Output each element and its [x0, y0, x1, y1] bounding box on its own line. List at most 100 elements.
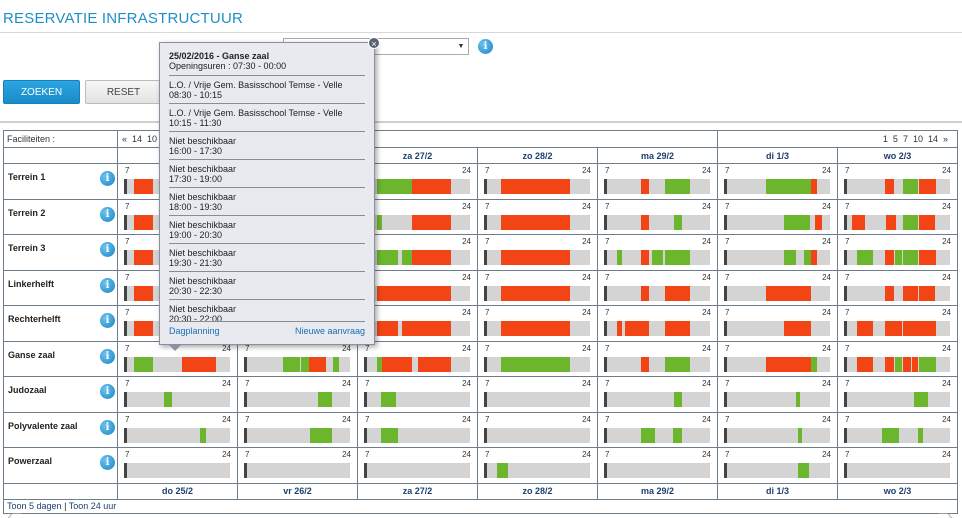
reserved-segment[interactable]: [641, 356, 649, 372]
day-availability-cell[interactable]: 724: [717, 305, 838, 342]
availability-bar[interactable]: [124, 356, 230, 372]
day-header[interactable]: do 25/2: [117, 482, 238, 500]
available-segment[interactable]: [856, 250, 873, 265]
info-icon[interactable]: i: [100, 313, 115, 328]
available-segment[interactable]: [894, 356, 903, 372]
info-icon[interactable]: i: [478, 39, 493, 54]
period-nav-link[interactable]: 10: [147, 134, 157, 144]
day-availability-cell[interactable]: 724: [477, 269, 598, 306]
available-segment[interactable]: [894, 250, 903, 265]
day-availability-cell[interactable]: 724: [117, 411, 238, 448]
availability-bar[interactable]: [604, 392, 710, 407]
available-segment[interactable]: [200, 427, 206, 443]
availability-bar[interactable]: [724, 250, 830, 265]
availability-bar[interactable]: [724, 463, 830, 478]
available-segment[interactable]: [376, 179, 412, 194]
availability-bar[interactable]: [724, 179, 830, 194]
day-header[interactable]: ma 29/2: [597, 482, 718, 500]
availability-bar[interactable]: [364, 392, 470, 407]
info-icon[interactable]: i: [100, 277, 115, 293]
reset-button[interactable]: RESET: [85, 80, 162, 104]
availability-bar[interactable]: [604, 179, 710, 194]
availability-bar[interactable]: [244, 463, 350, 478]
reserved-segment[interactable]: [133, 214, 153, 230]
day-availability-cell[interactable]: 724: [477, 340, 598, 377]
reserved-segment[interactable]: [641, 214, 649, 230]
availability-bar[interactable]: [364, 321, 470, 336]
resource-name[interactable]: Terrein 3: [8, 243, 45, 253]
available-segment[interactable]: [318, 392, 332, 407]
availability-bar[interactable]: [724, 427, 830, 443]
day-availability-cell[interactable]: 724: [237, 447, 358, 484]
resource-name[interactable]: Terrein 2: [8, 208, 45, 218]
reserved-segment[interactable]: [500, 179, 570, 194]
show-24-hours-link[interactable]: Toon 24 uur: [69, 501, 117, 511]
availability-bar[interactable]: [484, 427, 590, 443]
availability-bar[interactable]: [484, 392, 590, 407]
available-segment[interactable]: [803, 250, 811, 265]
day-header[interactable]: wo 2/3: [837, 482, 958, 500]
day-availability-cell[interactable]: 724: [357, 411, 478, 448]
availability-bar[interactable]: [244, 392, 350, 407]
reserved-segment[interactable]: [500, 321, 570, 336]
period-nav-link[interactable]: »: [943, 134, 948, 144]
available-segment[interactable]: [798, 427, 803, 443]
availability-bar[interactable]: [724, 214, 830, 230]
availability-bar[interactable]: [484, 214, 590, 230]
reserved-segment[interactable]: [133, 285, 153, 301]
reserved-segment[interactable]: [766, 285, 811, 301]
period-nav-link[interactable]: 7: [903, 134, 908, 144]
availability-bar[interactable]: [844, 427, 950, 443]
reserved-segment[interactable]: [919, 250, 937, 265]
reserved-segment[interactable]: [402, 321, 451, 336]
availability-bar[interactable]: [364, 179, 470, 194]
available-segment[interactable]: [616, 250, 623, 265]
new-request-link[interactable]: Nieuwe aanvraag: [295, 326, 365, 336]
availability-bar[interactable]: [844, 321, 950, 336]
show-5-days-link[interactable]: Toon 5 dagen: [7, 501, 62, 511]
reserved-segment[interactable]: [784, 321, 811, 336]
reserved-segment[interactable]: [885, 250, 894, 265]
day-header[interactable]: zo 28/2: [477, 482, 598, 500]
reserved-segment[interactable]: [810, 250, 818, 265]
availability-bar[interactable]: [244, 356, 350, 372]
day-availability-cell[interactable]: 724: [717, 376, 838, 413]
reserved-segment[interactable]: [133, 179, 153, 194]
availability-bar[interactable]: [604, 356, 710, 372]
day-availability-cell[interactable]: 724: [837, 234, 958, 271]
available-segment[interactable]: [376, 214, 383, 230]
info-icon[interactable]: i: [100, 455, 115, 470]
day-availability-cell[interactable]: 724: [597, 340, 718, 377]
day-header[interactable]: ma 29/2: [597, 147, 718, 164]
day-availability-cell[interactable]: 724: [477, 376, 598, 413]
reserved-segment[interactable]: [919, 285, 936, 301]
day-availability-cell[interactable]: 724: [237, 411, 358, 448]
day-availability-cell[interactable]: 724: [237, 376, 358, 413]
day-availability-cell[interactable]: 724: [477, 447, 598, 484]
day-availability-cell[interactable]: 724: [477, 411, 598, 448]
availability-bar[interactable]: [844, 214, 950, 230]
day-availability-cell[interactable]: 724: [357, 234, 478, 271]
day-header[interactable]: di 1/3: [717, 147, 838, 164]
availability-bar[interactable]: [604, 321, 710, 336]
day-availability-cell[interactable]: 724: [837, 340, 958, 377]
day-availability-cell[interactable]: 724: [117, 447, 238, 484]
day-header[interactable]: za 27/2: [357, 482, 478, 500]
day-availability-cell[interactable]: 724: [357, 305, 478, 342]
day-availability-cell[interactable]: 724: [597, 411, 718, 448]
reserved-segment[interactable]: [903, 321, 937, 336]
day-availability-cell[interactable]: 724: [837, 447, 958, 484]
availability-bar[interactable]: [124, 463, 230, 478]
reserved-segment[interactable]: [616, 321, 623, 336]
period-nav-link[interactable]: 14: [132, 134, 142, 144]
reserved-segment[interactable]: [766, 356, 811, 372]
reserved-segment[interactable]: [815, 214, 822, 230]
resource-name[interactable]: Terrein 1: [8, 172, 45, 182]
day-header[interactable]: wo 2/3: [837, 147, 958, 164]
info-icon[interactable]: i: [100, 206, 115, 222]
period-nav-link[interactable]: 5: [893, 134, 898, 144]
day-availability-cell[interactable]: 724: [717, 447, 838, 484]
available-segment[interactable]: [672, 427, 683, 443]
day-availability-cell[interactable]: 724: [837, 376, 958, 413]
day-availability-cell[interactable]: 724: [357, 447, 478, 484]
